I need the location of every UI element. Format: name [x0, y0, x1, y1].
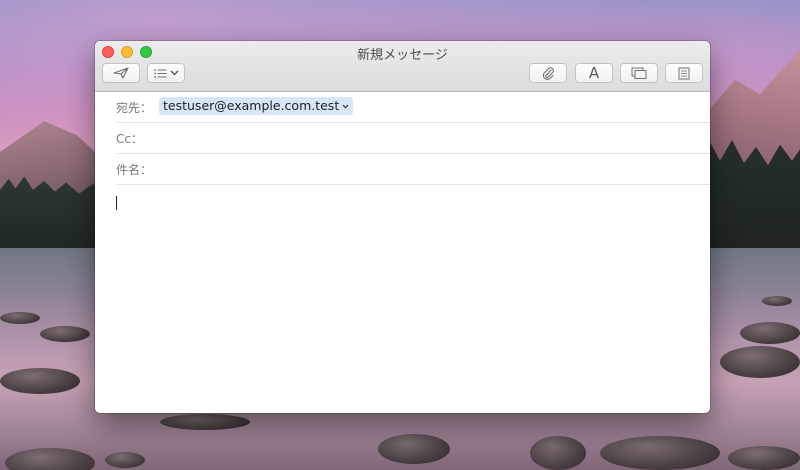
to-field-row[interactable]: 宛先： testuser@example.com.test — [116, 92, 710, 123]
wallpaper-rock — [600, 436, 720, 470]
recipient-address: testuser@example.com.test — [163, 98, 340, 113]
format-button[interactable]: A — [575, 63, 613, 83]
wallpaper-rock — [0, 368, 80, 394]
wallpaper-rock — [530, 436, 586, 470]
photo-browser-icon — [631, 67, 647, 79]
desktop-wallpaper: 新規メッセージ A 宛先： testuser@example.com.test … — [0, 0, 800, 470]
photo-browser-button[interactable] — [620, 63, 658, 83]
wallpaper-rock — [720, 346, 800, 378]
recipient-token[interactable]: testuser@example.com.test — [159, 97, 354, 115]
subject-field-row[interactable]: 件名： — [116, 154, 710, 185]
list-icon — [153, 68, 166, 78]
wallpaper-rock — [378, 434, 450, 464]
wallpaper-forest-right — [700, 140, 800, 255]
message-header-fields: 宛先： testuser@example.com.test Cc： 件名： — [95, 92, 710, 185]
stationery-icon — [678, 67, 690, 79]
text-cursor — [116, 196, 117, 210]
message-body[interactable] — [95, 183, 710, 413]
window-titlebar: 新規メッセージ A — [95, 41, 710, 92]
wallpaper-rock — [0, 312, 40, 324]
new-message-window: 新規メッセージ A 宛先： testuser@example.com.test … — [95, 41, 710, 413]
chevron-down-icon — [342, 104, 349, 109]
header-fields-button[interactable] — [147, 63, 185, 83]
paper-plane-icon — [113, 67, 129, 79]
wallpaper-rock — [762, 296, 792, 306]
chevron-down-icon — [170, 70, 178, 76]
wallpaper-rock — [728, 446, 800, 470]
attach-button[interactable] — [529, 63, 567, 83]
wallpaper-rock — [105, 452, 145, 468]
to-label: 宛先： — [116, 101, 153, 115]
send-button[interactable] — [102, 63, 140, 83]
format-label: A — [588, 63, 600, 82]
cc-field-row[interactable]: Cc： — [116, 123, 710, 154]
wallpaper-rock — [5, 448, 95, 470]
wallpaper-rock — [40, 326, 90, 342]
stationery-button[interactable] — [665, 63, 703, 83]
wallpaper-rock — [160, 414, 250, 430]
subject-label: 件名： — [116, 163, 153, 177]
window-title: 新規メッセージ — [357, 48, 448, 63]
wallpaper-rock — [740, 322, 800, 344]
cc-label: Cc： — [116, 132, 143, 146]
paperclip-icon — [542, 67, 554, 80]
